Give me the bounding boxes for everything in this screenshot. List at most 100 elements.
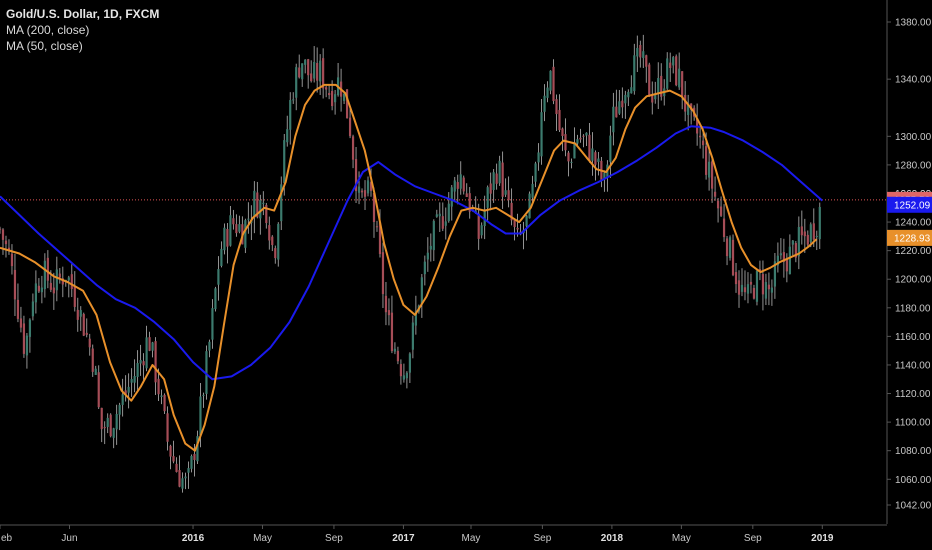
candle-down [37, 285, 40, 292]
candle-up [480, 225, 483, 236]
plot-area[interactable] [0, 34, 886, 493]
candle-down [76, 309, 79, 320]
candle-up [304, 59, 307, 65]
price-tick-label: 1042.00 [895, 501, 932, 512]
candle-up [453, 180, 456, 192]
candle-down [328, 93, 331, 96]
candle-up [630, 87, 633, 94]
candle-down [552, 66, 555, 102]
candle-up [112, 428, 115, 438]
candle-down [812, 223, 815, 240]
candle-down [163, 394, 166, 412]
candle-down [271, 236, 274, 246]
candle-up [597, 158, 600, 162]
candle-up [429, 245, 432, 250]
candle-down [704, 146, 708, 175]
candle-down [88, 338, 91, 348]
candle-up [115, 414, 118, 430]
candle-up [609, 135, 612, 162]
candle-down [97, 372, 100, 408]
candle-down [100, 407, 103, 430]
candle-up [67, 277, 70, 281]
candle-down [58, 273, 61, 278]
candle-down [456, 182, 459, 189]
candle-up [818, 206, 821, 240]
candle-down [639, 45, 642, 58]
candle-down [169, 445, 172, 457]
candle-up [420, 277, 423, 305]
candle-down [154, 341, 157, 383]
candle-down [800, 226, 803, 236]
price-tick-label: 1280.00 [895, 160, 932, 171]
candle-up [570, 161, 573, 163]
candle-down [725, 238, 729, 257]
candle-down [699, 135, 702, 138]
candle-up [633, 55, 636, 92]
price-tick-label: 1080.00 [895, 446, 932, 457]
candle-down [375, 226, 379, 228]
price-chart[interactable]: 1042.00 1060.00 1080.00 1100.00 1120.00 1140.… [0, 0, 932, 550]
candle-up [208, 341, 211, 351]
candle-down [713, 191, 717, 197]
candle-up [728, 237, 732, 258]
candle-up [450, 187, 453, 207]
candle-up [612, 106, 615, 133]
candle-up [295, 67, 298, 98]
candle-up [286, 129, 289, 143]
candle-down [331, 90, 334, 107]
candle-down [767, 284, 771, 290]
candle-up [145, 337, 148, 369]
candle-down [310, 73, 313, 82]
candle-up [217, 269, 220, 285]
ma50-legend-label[interactable]: MA (50, close) [6, 38, 159, 54]
candle-up [573, 143, 576, 159]
candle-down [10, 253, 14, 267]
time-tick-label: 2018 [601, 533, 624, 544]
price-tick-label: 1340.00 [895, 75, 932, 86]
ma200-price-tag-text: 1252.09 [894, 200, 931, 211]
price-tick-label: 1140.00 [895, 360, 931, 371]
candle-up [438, 213, 441, 217]
candle-up [492, 172, 495, 190]
time-tick-label: 2016 [182, 533, 205, 544]
candle-down [588, 134, 591, 161]
time-tick-label: Jun [61, 533, 77, 544]
candle-up [301, 63, 304, 80]
candle-down [489, 183, 492, 194]
candle-down [157, 378, 160, 395]
ma200-legend-label[interactable]: MA (200, close) [6, 22, 159, 38]
time-axis[interactable]: eb Jun 2016 May Sep 2017 May Sep 2018 May Sep 2019 [0, 524, 887, 544]
time-tick-label: May [253, 533, 272, 544]
candle-down [384, 295, 388, 313]
candle-up [277, 223, 280, 260]
candle-up [253, 190, 256, 218]
candle-up [740, 284, 744, 292]
candle-up [357, 186, 361, 193]
candle-down [675, 56, 678, 86]
candle-down [785, 259, 788, 272]
candle-up [259, 199, 262, 219]
symbol-title[interactable]: Gold/U.S. Dollar, 1D, FXCM [6, 6, 159, 22]
candle-up [408, 353, 411, 373]
candle-down [232, 218, 235, 225]
candle-down [70, 274, 73, 289]
candle-up [447, 203, 450, 222]
candle-down [752, 287, 756, 299]
candle-down [743, 287, 747, 293]
price-axis[interactable]: 1042.00 1060.00 1080.00 1100.00 1120.00 1140.… [886, 0, 932, 524]
candle-down [579, 137, 582, 140]
candle-down [387, 310, 391, 316]
candle-up [531, 183, 534, 198]
candle-down [73, 286, 76, 307]
candle-up [127, 386, 130, 393]
candle-up [79, 310, 82, 317]
candle-down [702, 140, 705, 146]
candle-up [618, 101, 621, 114]
candle-down [681, 71, 684, 98]
candle-down [0, 228, 2, 230]
candle-down [615, 106, 618, 118]
candle-down [274, 248, 277, 259]
candle-up [292, 99, 295, 101]
candle-down [803, 231, 806, 237]
candle-up [94, 368, 97, 375]
